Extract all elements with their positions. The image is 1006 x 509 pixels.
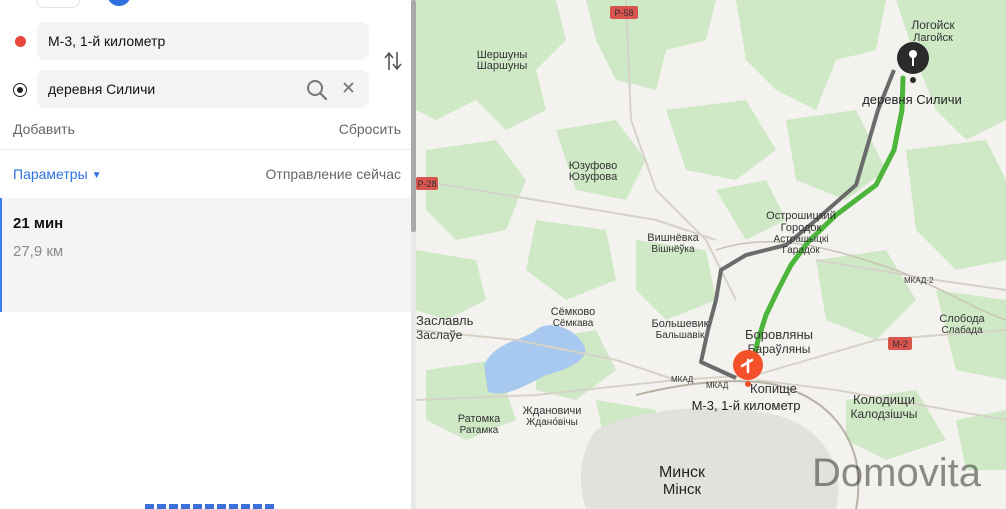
mkad2-label: МКАД-2 [904, 276, 934, 285]
road-badge-r28: Р-28 [416, 177, 438, 190]
label-kolodishchi-by: Калодзішчы [851, 407, 918, 421]
label-semkovo-by: Сёмкава [553, 318, 594, 329]
truncated-link[interactable] [145, 504, 275, 509]
departure-button[interactable]: Отправление сейчас [266, 166, 401, 182]
origin-marker-icon [15, 36, 26, 47]
road-badge-r58-text: Р-58 [614, 8, 633, 18]
label-zhdanovichi: Ждановичи [523, 405, 582, 417]
label-ostroshitsky-by-2: Гарадок [782, 245, 820, 256]
destination-marker-icon [13, 83, 27, 97]
label-sloboda: Слобода [939, 313, 985, 325]
label-zaslavl: Заславль [416, 313, 474, 328]
label-minsk-by: Мінск [663, 481, 702, 498]
road-badge-m2: М-2 [888, 337, 912, 350]
road-badge-m2-text: М-2 [892, 339, 908, 349]
label-zaslavl-by: Заслаўе [416, 328, 463, 342]
label-ostroshitsky: Острошицкий [766, 210, 836, 222]
label-ratomka-by: Ратамка [460, 425, 499, 436]
label-minsk: Минск [659, 464, 706, 481]
route-panel: М-3, 1-й километр деревня Силичи Добавит… [0, 0, 411, 509]
label-kolodishchi: Колодищи [853, 392, 915, 407]
label-shershuny-by: Шаршуны [477, 60, 528, 72]
caret-down-icon: ▼ [91, 170, 102, 181]
transport-mode-active[interactable] [107, 0, 131, 6]
label-vishnevka-by: Вішнёўка [651, 243, 695, 255]
reset-button[interactable]: Сбросить [339, 121, 401, 137]
label-kopishche: Копище [750, 381, 797, 396]
search-icon[interactable] [306, 79, 328, 101]
label-bolshevik: Большевик [652, 318, 709, 330]
route-option[interactable]: 21 мин 27,9 км [0, 198, 411, 312]
from-field[interactable]: М-3, 1-й километр [37, 22, 369, 60]
from-field-value: М-3, 1-й километр [48, 33, 166, 49]
swap-icon[interactable] [383, 50, 403, 72]
label-silichi: деревня Силичи [862, 92, 962, 107]
params-label: Параметры [13, 166, 88, 182]
to-field-value: деревня Силичи [48, 81, 156, 97]
label-semkovo: Сёмково [551, 306, 596, 318]
road-badge-r28-text: Р-28 [417, 179, 436, 189]
label-vishnevka: Вишнёвка [647, 232, 699, 244]
label-yuzufovo-by: Юзуфова [569, 171, 618, 183]
label-borovlyany: Боровляны [745, 327, 813, 342]
divider [0, 149, 411, 150]
label-ostroshitsky-by: Астрашыцкі [774, 234, 829, 245]
add-point-button[interactable]: Добавить [13, 121, 75, 137]
watermark: Domovita [812, 451, 982, 495]
route-duration: 21 мин [13, 215, 64, 232]
route-distance: 27,9 км [13, 243, 64, 260]
map-view[interactable]: Р-58 Р-28 М-2 МКАД-2 МКАД МКАД Логойск Л… [416, 0, 1006, 509]
label-sloboda-by: Слабада [941, 324, 983, 336]
transport-mode-tab[interactable] [36, 0, 80, 8]
label-logoisk: Логойск [911, 18, 955, 32]
label-start: М-3, 1-й километр [692, 398, 801, 413]
mkad-label: МКАД [671, 375, 694, 384]
label-ratomka: Ратомка [458, 413, 501, 425]
label-bolshevik-by: Бальшавік [656, 330, 705, 341]
label-logoisk-by: Лагойск [913, 32, 953, 44]
map-canvas[interactable]: Р-58 Р-28 М-2 МКАД-2 МКАД МКАД Логойск Л… [416, 0, 1006, 509]
label-zhdanovichi-by: Жданóвічы [526, 417, 578, 428]
road-badge-r58: Р-58 [610, 6, 638, 19]
mkad-label-2: МКАД [706, 381, 729, 390]
clear-icon[interactable] [341, 80, 357, 96]
label-ostroshitsky-2: Городок [781, 222, 822, 234]
params-button[interactable]: Параметры ▼ [13, 166, 102, 182]
